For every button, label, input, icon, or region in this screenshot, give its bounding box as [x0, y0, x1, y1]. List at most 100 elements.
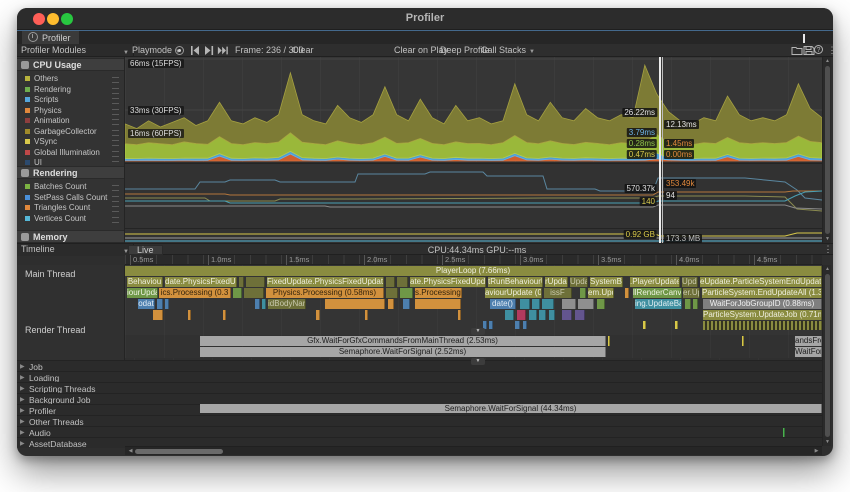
timeline-sample[interactable]	[529, 310, 537, 320]
call-stacks-dropdown[interactable]: Call Stacks▼	[477, 44, 539, 56]
chart-series-setpass-calls-count[interactable]: SetPass Calls Count	[17, 193, 125, 203]
tab-profiler[interactable]: Profiler	[22, 31, 79, 45]
timeline-sample-waitforsig[interactable]: WaitForSig	[795, 347, 822, 357]
timeline-sample-ate-physicsfixedupdate[interactable]: ate.PhysicsFixedUpdate	[410, 277, 486, 287]
timeline-sample[interactable]	[388, 299, 394, 309]
timeline-sample[interactable]	[165, 299, 169, 309]
timeline-sample-rupdatea[interactable]: rUpdateA	[545, 277, 568, 287]
timeline-kebab-menu-icon[interactable]: ⋮	[822, 244, 833, 255]
live-toggle[interactable]: Live	[128, 245, 163, 255]
drag-handle-icon[interactable]	[112, 77, 119, 83]
timeline-sample[interactable]	[580, 288, 586, 298]
timeline-sample-ing-updatebatch[interactable]: ing.UpdateBatch	[635, 299, 682, 309]
kebab-menu-icon[interactable]: ⋮	[826, 45, 833, 56]
timeline-sample[interactable]	[400, 288, 413, 298]
timeline-sample[interactable]	[597, 299, 605, 309]
chart-series-batches-count[interactable]: Batches Count	[17, 182, 125, 192]
timeline-sample--playerupdatecan[interactable]: .PlayerUpdateCan	[630, 277, 680, 287]
profiler-modules-dropdown[interactable]: Profiler Modules▼	[17, 44, 134, 56]
timeline-sample[interactable]	[223, 310, 226, 320]
timeline-sample[interactable]	[742, 336, 744, 346]
drag-handle-icon[interactable]	[112, 217, 119, 223]
rendering-chart[interactable]	[125, 163, 822, 228]
module-header-cpu-usage[interactable]: CPU Usage	[17, 58, 125, 71]
timeline-sample[interactable]	[515, 321, 520, 329]
timeline-sample[interactable]	[489, 321, 493, 329]
timeline-sample-eupdate-particlesystemendupdat[interactable]: eUpdate.ParticleSystemEndUpdateAll (1	[700, 277, 822, 287]
timeline-sample[interactable]	[262, 299, 266, 309]
timeline-sample[interactable]	[523, 321, 527, 329]
timeline-sample[interactable]	[233, 288, 242, 298]
chart-series-rendering[interactable]: Rendering	[17, 85, 125, 95]
timeline-sample-particlesystem-endupdateall-1-[interactable]: ParticleSystem.EndUpdateAll (1.39ms)	[702, 288, 822, 298]
scroll-down-icon[interactable]: ▼	[823, 439, 832, 445]
timeline-sample-semaphore-waitforsignal-2-52ms[interactable]: Semaphore.WaitForSignal (2.52ms)	[200, 347, 606, 357]
timeline-sample[interactable]	[386, 288, 398, 298]
disclosure-triangle-icon[interactable]: ▶	[20, 374, 25, 381]
timeline-sample[interactable]	[685, 299, 691, 309]
drag-handle-icon[interactable]	[112, 185, 119, 191]
timeline-sample-iourupda[interactable]: iourUpda	[127, 288, 158, 298]
disclosure-triangle-icon[interactable]: ▶	[20, 385, 25, 392]
thread-main-thread-label[interactable]: Main Thread	[25, 269, 75, 279]
timeline-sample-issf[interactable]: issF	[544, 288, 572, 298]
timeline-sample[interactable]	[562, 299, 576, 309]
timeline-sample[interactable]	[783, 428, 785, 437]
chart-series-vertices-count[interactable]: Vertices Count	[17, 214, 125, 224]
scroll-up-icon[interactable]: ▲	[823, 266, 832, 272]
section-collapse-arrow-icon[interactable]: ▼	[471, 328, 485, 335]
timeline-scrollbar[interactable]: ▲ ▼	[822, 265, 831, 446]
thread-background-job-row[interactable]: ▶Background Job	[17, 393, 822, 404]
timeline-sample[interactable]	[246, 277, 265, 287]
tab-strip-scroll-handle[interactable]	[803, 34, 805, 43]
disclosure-triangle-icon[interactable]: ▶	[20, 429, 25, 436]
thread-loading-row[interactable]: ▶Loading	[17, 371, 822, 382]
timeline-sample-waitforjobgroupid-0-88ms-[interactable]: WaitForJobGroupID (0.88ms)	[703, 299, 822, 309]
disclosure-triangle-icon[interactable]: ▶	[20, 396, 25, 403]
scroll-down-icon[interactable]: ▼	[823, 236, 832, 242]
timeline-sample[interactable]	[520, 299, 530, 309]
drag-handle-icon[interactable]	[112, 130, 119, 136]
timeline-sample-fixedupdate-physicsfixedupdate[interactable]: FixedUpdate.PhysicsFixedUpdate (0.75ms)	[267, 277, 384, 287]
timeline-sample[interactable]	[517, 310, 526, 320]
timeline-sample-updat[interactable]: Updat	[570, 277, 588, 287]
timeline-sample-em-upda[interactable]: em.Upda	[588, 288, 614, 298]
current-frame-icon[interactable]	[217, 46, 229, 55]
disclosure-triangle-icon[interactable]: ▶	[20, 440, 25, 447]
timeline-sample[interactable]	[397, 277, 408, 287]
timeline-sample-trunbehaviourupd[interactable]: tRunBehaviourUpd	[488, 277, 543, 287]
timeline-sample[interactable]	[693, 299, 698, 309]
section-collapse-arrow-icon[interactable]: ▼	[471, 358, 485, 365]
cpu-usage-chart[interactable]	[125, 57, 822, 162]
chart-series-global-illumination[interactable]: Global Illumination	[17, 148, 125, 158]
thread-other-threads-row[interactable]: ▶Other Threads	[17, 415, 822, 426]
chart-series-scripts[interactable]: Scripts	[17, 95, 125, 105]
timeline-sample-playerloop-7-66ms-[interactable]: PlayerLoop (7.66ms)	[125, 266, 822, 276]
timeline-sample[interactable]	[643, 321, 646, 329]
clear-button[interactable]: Clear	[288, 44, 318, 56]
timeline-sample-particlesystem-updatejob-0-71m[interactable]: ParticleSystem.UpdateJob (0.71ms)	[703, 310, 822, 320]
timeline-sample-andsfrom[interactable]: andsFrom	[795, 336, 822, 346]
timeline-sample[interactable]	[316, 310, 320, 320]
chart-series-others[interactable]: Others	[17, 74, 125, 84]
timeline-sample-date-physicsfixedupdate-i[interactable]: date.PhysicsFixedUpdate (I	[165, 277, 237, 287]
load-profile-icon[interactable]	[791, 45, 803, 56]
timeline-sample-aviourupdate-0-33[interactable]: aviourUpdate (0.33	[485, 288, 542, 298]
timeline-hscrollbar[interactable]: ◀ ▶	[125, 446, 822, 455]
timeline-sample[interactable]	[608, 336, 610, 346]
timeline-sample[interactable]	[539, 310, 546, 320]
chart-series-garbagecollector[interactable]: GarbageCollector	[17, 127, 125, 137]
timeline-sample-physics-processing-0-58ms-[interactable]: Physics.Processing (0.58ms)	[266, 288, 384, 298]
charts-scrollbar-thumb[interactable]	[825, 66, 830, 234]
timeline-sample-systemb[interactable]: SystemB	[590, 277, 623, 287]
memory-chart[interactable]	[125, 228, 822, 243]
thread-scripting-threads-row[interactable]: ▶Scripting Threads	[17, 382, 822, 393]
thread-render-thread-label[interactable]: Render Thread	[25, 325, 85, 335]
timeline-sample[interactable]	[255, 299, 260, 309]
timeline-sample[interactable]	[386, 277, 395, 287]
view-mode-dropdown[interactable]: Timeline▼	[17, 244, 134, 256]
disclosure-triangle-icon[interactable]: ▶	[20, 407, 25, 414]
scroll-right-icon[interactable]: ▶	[812, 447, 821, 456]
first-frame-icon[interactable]	[189, 46, 201, 55]
timeline-sample-er-upd[interactable]: er.Upd	[683, 288, 700, 298]
